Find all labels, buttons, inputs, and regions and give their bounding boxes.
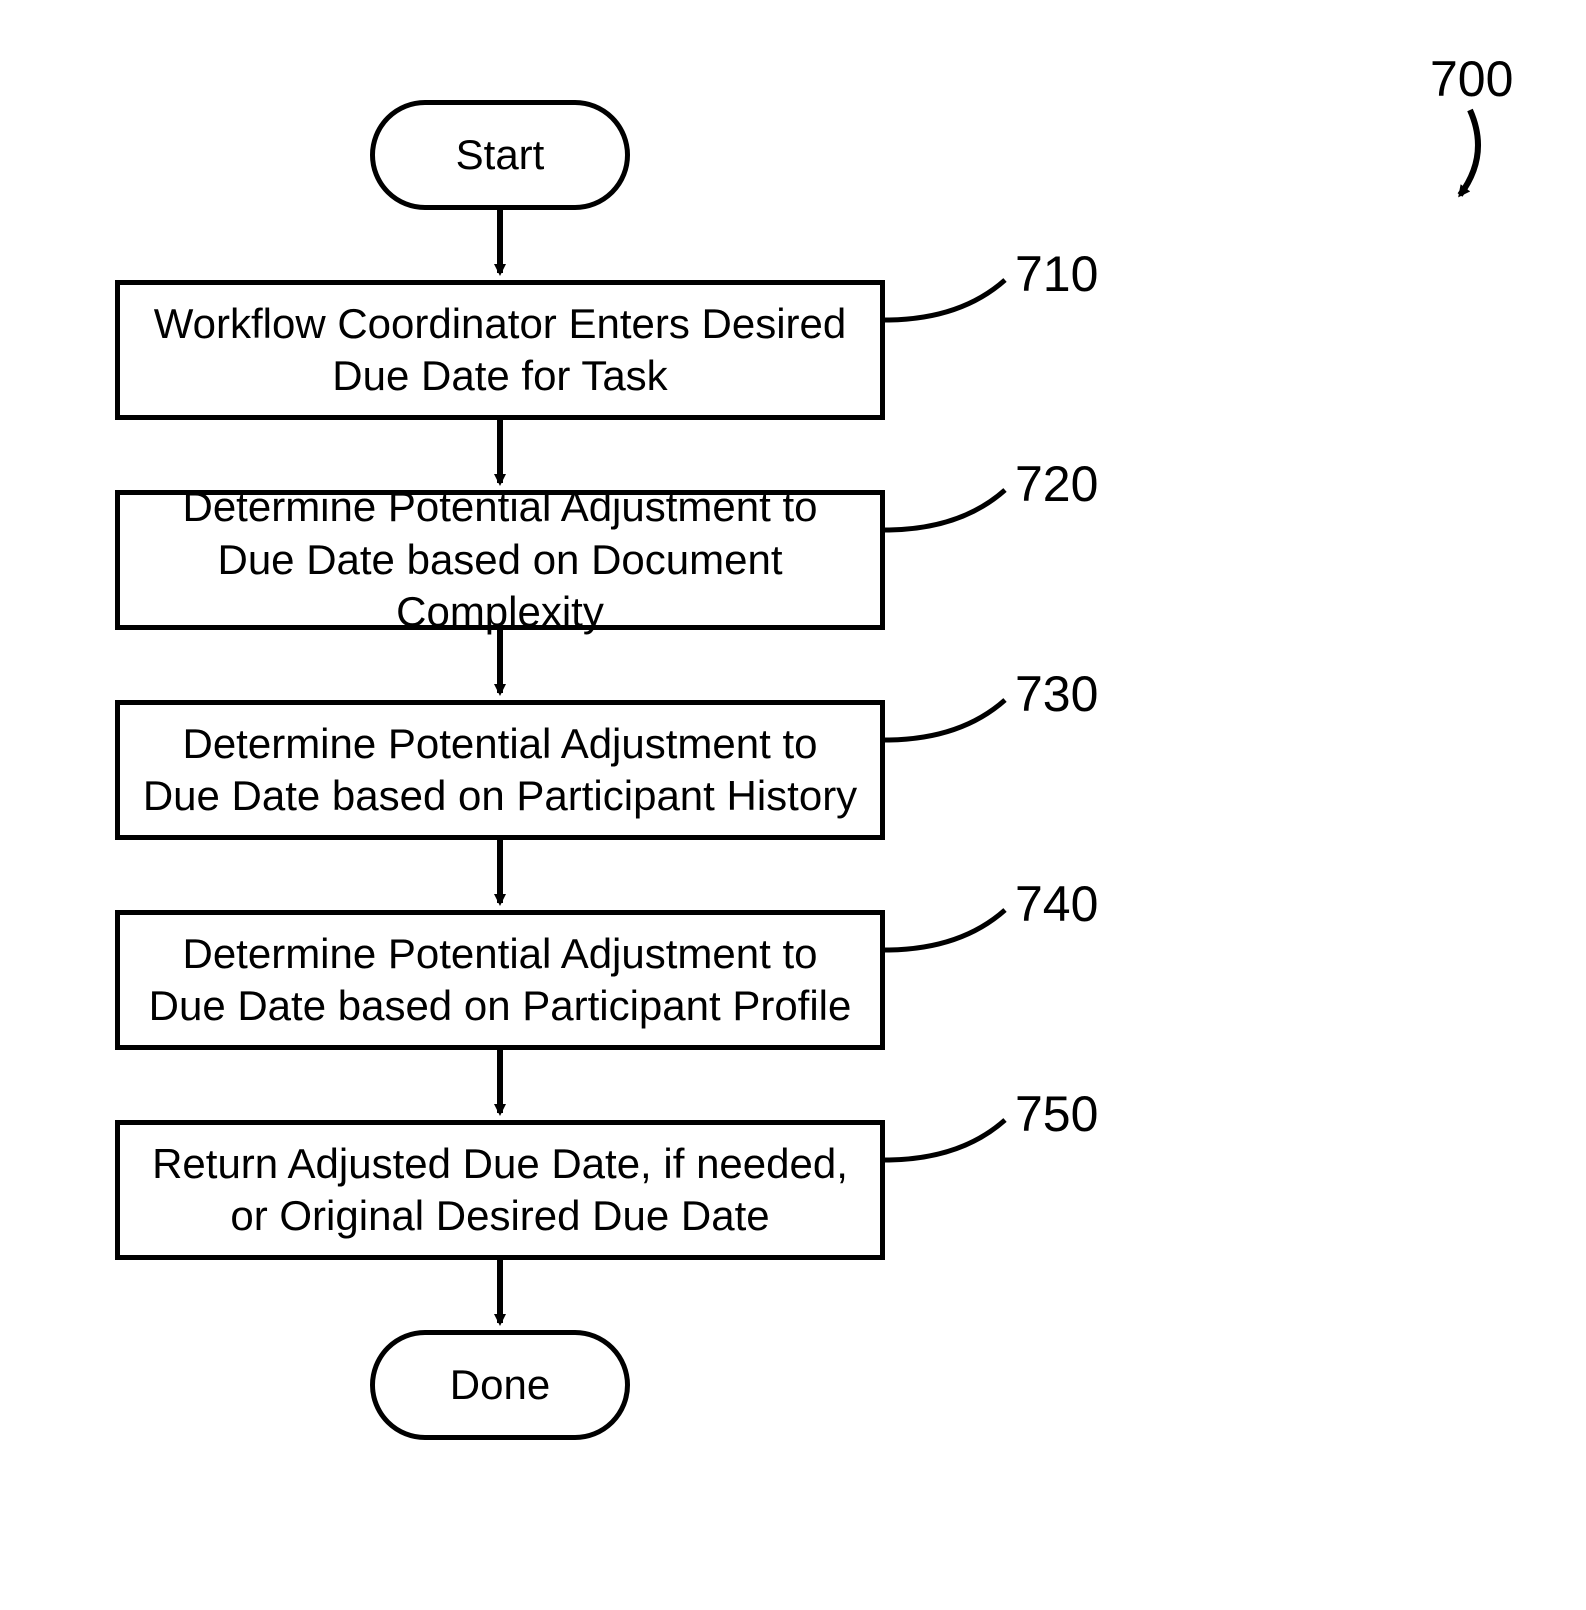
terminator-start: Start — [370, 100, 630, 210]
leader-710 — [885, 280, 1005, 320]
ref-label-740: 740 — [1015, 875, 1098, 933]
process-step-label: Workflow Coordinator Enters Desired Due … — [140, 298, 860, 403]
process-step-720: Determine Potential Adjustment to Due Da… — [115, 490, 885, 630]
terminator-done-label: Done — [450, 1361, 550, 1409]
ref-label-750: 750 — [1015, 1085, 1098, 1143]
process-step-label: Determine Potential Adjustment to Due Da… — [140, 928, 860, 1033]
ref-label-720: 720 — [1015, 455, 1098, 513]
leader-720 — [885, 490, 1005, 530]
terminator-done: Done — [370, 1330, 630, 1440]
leader-700 — [1460, 110, 1478, 195]
figure-ref: 700 — [1430, 50, 1513, 108]
process-step-750: Return Adjusted Due Date, if needed, or … — [115, 1120, 885, 1260]
process-step-740: Determine Potential Adjustment to Due Da… — [115, 910, 885, 1050]
ref-label-730: 730 — [1015, 665, 1098, 723]
process-step-label: Return Adjusted Due Date, if needed, or … — [140, 1138, 860, 1243]
flowchart-canvas: 700 Start Workflow Coordinator Enters De… — [0, 0, 1586, 1610]
terminator-start-label: Start — [456, 131, 545, 179]
leader-750 — [885, 1120, 1005, 1160]
ref-label-710: 710 — [1015, 245, 1098, 303]
process-step-730: Determine Potential Adjustment to Due Da… — [115, 700, 885, 840]
process-step-label: Determine Potential Adjustment to Due Da… — [140, 481, 860, 639]
leader-730 — [885, 700, 1005, 740]
process-step-label: Determine Potential Adjustment to Due Da… — [140, 718, 860, 823]
leader-740 — [885, 910, 1005, 950]
process-step-710: Workflow Coordinator Enters Desired Due … — [115, 280, 885, 420]
